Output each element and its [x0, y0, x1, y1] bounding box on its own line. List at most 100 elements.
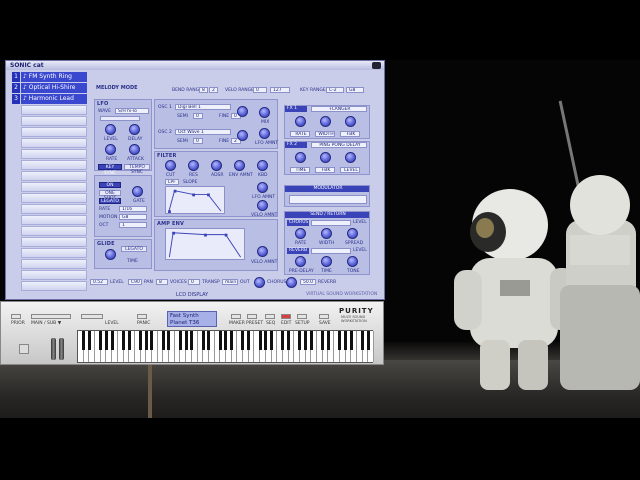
- black-key[interactable]: [207, 331, 211, 350]
- pitch-wheel[interactable]: [51, 338, 56, 360]
- black-key[interactable]: [82, 331, 86, 350]
- reverb-time-knob[interactable]: [321, 256, 332, 267]
- fx1-rate-knob[interactable]: [295, 116, 306, 127]
- empty-slot[interactable]: [12, 138, 88, 148]
- black-key[interactable]: [309, 331, 313, 350]
- modulator-select[interactable]: [289, 195, 367, 204]
- lfo-rate-knob[interactable]: [105, 144, 116, 155]
- porta-oneshot-button[interactable]: ONE SHOT: [99, 190, 121, 201]
- main-sub-select[interactable]: [31, 314, 71, 319]
- chorus-width-knob[interactable]: [321, 228, 332, 239]
- lfo-attack-knob[interactable]: [129, 144, 140, 155]
- chorus-rate-knob[interactable]: [295, 228, 306, 239]
- black-key[interactable]: [366, 331, 370, 350]
- motion-select[interactable]: G8: [119, 214, 147, 220]
- black-key[interactable]: [287, 331, 290, 350]
- setup-button[interactable]: [297, 314, 307, 319]
- filter-type-select[interactable]: LPF: [165, 179, 179, 185]
- black-key[interactable]: [144, 331, 148, 350]
- black-key[interactable]: [127, 331, 131, 350]
- level-slider[interactable]: [81, 314, 103, 319]
- fx2-level-knob[interactable]: [345, 152, 356, 163]
- filter-res-knob[interactable]: [188, 160, 199, 171]
- reverb-tone-knob[interactable]: [347, 256, 358, 267]
- filter-lfo-amnt-knob[interactable]: [257, 182, 268, 193]
- black-key[interactable]: [361, 331, 364, 350]
- mod-wheel[interactable]: [59, 338, 64, 360]
- empty-slot[interactable]: [12, 215, 88, 225]
- empty-slot[interactable]: [12, 226, 88, 236]
- black-key[interactable]: [121, 331, 125, 350]
- black-key[interactable]: [304, 331, 308, 350]
- lfo-delay-knob[interactable]: [129, 124, 140, 135]
- lfo-wave-select[interactable]: S/H hi-lo: [115, 108, 149, 114]
- osc-lfo-amnt-knob[interactable]: [259, 128, 270, 139]
- save-button[interactable]: [319, 314, 329, 319]
- fx1-type-select[interactable]: FLANGER: [311, 106, 367, 112]
- filter-kbd-knob[interactable]: [257, 160, 268, 171]
- tempo-sync-button[interactable]: TEMPO SYNC: [124, 164, 150, 175]
- seq-button[interactable]: [265, 314, 275, 319]
- fx2-type-select[interactable]: PING PONG DELAY: [311, 142, 367, 148]
- filter-envelope-display[interactable]: [165, 186, 225, 214]
- black-key[interactable]: [150, 331, 154, 350]
- edit-button[interactable]: [281, 314, 291, 319]
- slot-3[interactable]: 3 ♪ Harmonic Lead: [12, 94, 88, 104]
- c90-field[interactable]: C90: [128, 279, 142, 285]
- bend-up-field[interactable]: 2: [209, 87, 218, 93]
- filter-cut-knob[interactable]: [165, 160, 176, 171]
- osc1-level-knob[interactable]: [237, 106, 248, 117]
- black-key[interactable]: [99, 331, 103, 350]
- gate-knob[interactable]: [132, 186, 143, 197]
- black-key[interactable]: [326, 331, 330, 350]
- black-key[interactable]: [110, 331, 114, 350]
- voices-field[interactable]: 8: [156, 279, 168, 285]
- black-key[interactable]: [184, 331, 188, 350]
- velo-max-field[interactable]: 127: [270, 87, 290, 93]
- black-key[interactable]: [201, 331, 205, 350]
- black-key[interactable]: [241, 331, 245, 350]
- empty-slot[interactable]: [12, 204, 88, 214]
- slot-2[interactable]: 2 ♪ Optical Hi-Shire: [12, 83, 88, 93]
- porta-on-button[interactable]: ON: [99, 182, 121, 188]
- black-key[interactable]: [298, 331, 302, 350]
- black-key[interactable]: [139, 331, 142, 350]
- osc2-semi-field[interactable]: 0: [193, 138, 203, 144]
- bend-down-field[interactable]: 8: [199, 87, 208, 93]
- black-key[interactable]: [178, 331, 182, 350]
- black-key[interactable]: [247, 331, 251, 350]
- filter-env-amnt-knob[interactable]: [234, 160, 245, 171]
- black-key[interactable]: [87, 331, 91, 350]
- black-key[interactable]: [321, 331, 325, 350]
- filter-velo-amnt-knob[interactable]: [257, 200, 268, 211]
- empty-slot[interactable]: [12, 237, 88, 247]
- chorus-level-slider[interactable]: [311, 220, 351, 226]
- black-key[interactable]: [269, 331, 273, 350]
- empty-slot[interactable]: [12, 248, 88, 258]
- black-key[interactable]: [338, 331, 342, 350]
- rate-select[interactable]: 1/16: [119, 206, 147, 212]
- key-high-field[interactable]: G8: [346, 87, 364, 93]
- pitch-bender[interactable]: [19, 344, 29, 354]
- key-low-field[interactable]: C-2: [326, 87, 344, 93]
- empty-slot[interactable]: [12, 127, 88, 137]
- chorus-spread-knob[interactable]: [347, 228, 358, 239]
- reverb-field[interactable]: 50.0: [300, 279, 316, 285]
- black-key[interactable]: [190, 331, 194, 350]
- black-key[interactable]: [264, 331, 268, 350]
- close-icon[interactable]: [372, 62, 381, 69]
- osc2-level-knob[interactable]: [237, 130, 248, 141]
- porta-legato-button[interactable]: LEGATO: [99, 198, 121, 204]
- reverb-send-knob[interactable]: [286, 277, 297, 288]
- fx1-width-knob[interactable]: [320, 116, 331, 127]
- piano-keys[interactable]: [77, 330, 374, 363]
- fx2-time-knob[interactable]: [295, 152, 306, 163]
- lfo-level-knob[interactable]: [105, 124, 116, 135]
- empty-slot[interactable]: [12, 193, 88, 203]
- panic-button[interactable]: [137, 314, 147, 319]
- empty-slot[interactable]: [12, 171, 88, 181]
- empty-slot[interactable]: [12, 281, 88, 291]
- osc-mix-knob[interactable]: [259, 107, 270, 118]
- black-key[interactable]: [349, 331, 353, 350]
- glide-legato-button[interactable]: LEGATO: [121, 246, 147, 252]
